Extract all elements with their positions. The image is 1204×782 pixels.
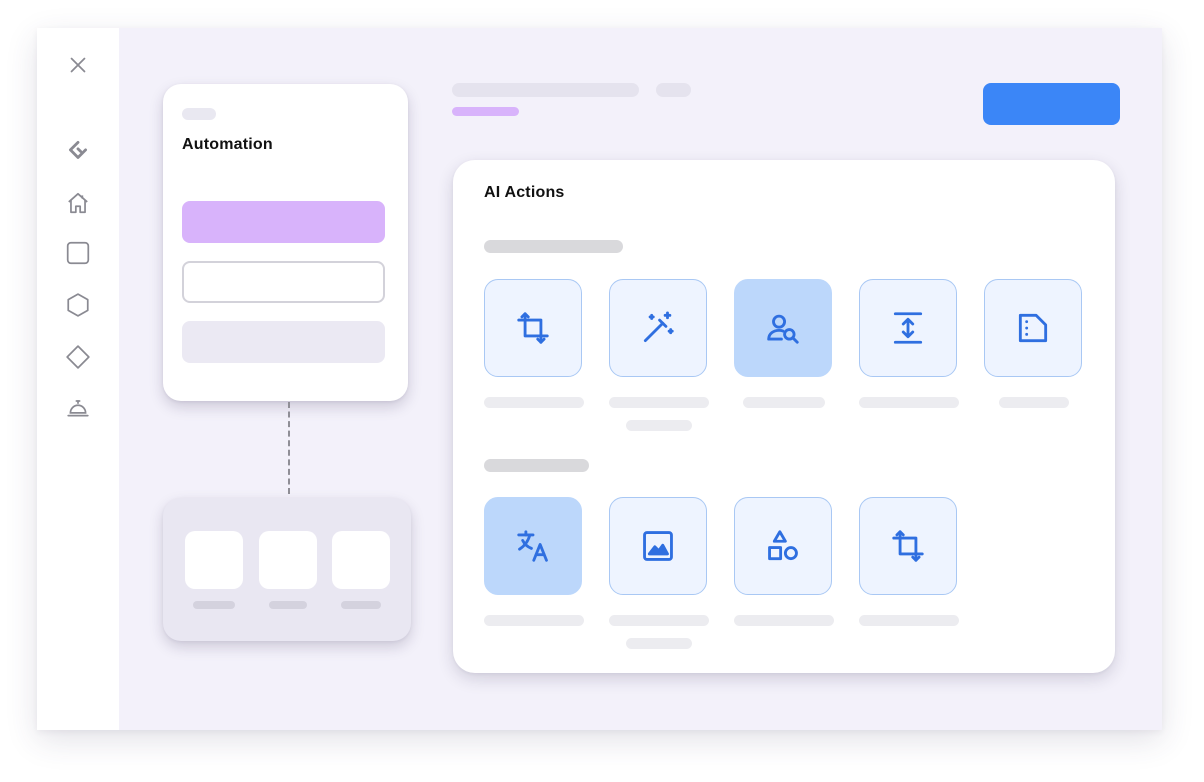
- crop-icon: [892, 530, 924, 562]
- vertical-resize-icon: [893, 312, 923, 344]
- action-label-placeholder: [484, 615, 584, 626]
- automation-card: Automation: [163, 84, 408, 401]
- service-bell-icon[interactable]: [64, 394, 92, 422]
- action-label-placeholder: [734, 615, 834, 626]
- automation-title: Automation: [182, 136, 273, 153]
- primary-button[interactable]: [983, 83, 1120, 125]
- translate-icon: [517, 530, 548, 562]
- primary-action-bar[interactable]: [182, 201, 385, 243]
- diamond-icon[interactable]: [64, 343, 92, 371]
- action-label-placeholder: [484, 397, 584, 408]
- action-label-placeholder: [859, 615, 959, 626]
- document-icon: [1018, 313, 1048, 343]
- action-label-placeholder: [743, 397, 825, 408]
- close-icon[interactable]: [64, 51, 92, 79]
- automation-input-field[interactable]: [182, 261, 385, 303]
- tray-slot[interactable]: [332, 531, 390, 589]
- action-label-placeholder: [999, 397, 1069, 408]
- square-icon[interactable]: [64, 239, 92, 267]
- magic-wand-action-tile[interactable]: [609, 279, 707, 377]
- crop-icon: [517, 312, 549, 344]
- shapes-icon: [768, 530, 798, 561]
- image-icon: [643, 531, 673, 561]
- ai-actions-card: AI Actions: [453, 160, 1115, 673]
- crop-action-tile[interactable]: [484, 279, 582, 377]
- person-search-action-tile[interactable]: [734, 279, 832, 377]
- action-label-placeholder: [859, 397, 959, 408]
- image-action-tile[interactable]: [609, 497, 707, 595]
- page-title-placeholder: [452, 83, 639, 97]
- magic-wand-icon: [643, 311, 674, 343]
- action-label-placeholder: [609, 397, 709, 408]
- action-label-placeholder: [626, 638, 692, 649]
- person-search-icon: [767, 314, 799, 344]
- page-subtitle-accent: [452, 107, 519, 116]
- action-label-placeholder: [626, 420, 692, 431]
- shapes-action-tile[interactable]: [734, 497, 832, 595]
- tray-slot-label-placeholder: [341, 601, 381, 609]
- secondary-action-bar[interactable]: [182, 321, 385, 363]
- tray-slot[interactable]: [185, 531, 243, 589]
- section-heading-placeholder: [484, 459, 589, 472]
- connector-line: [288, 402, 290, 494]
- action-label-placeholder: [609, 615, 709, 626]
- sidebar: [37, 28, 119, 730]
- vertical-resize-action-tile[interactable]: [859, 279, 957, 377]
- app-window: Automation AI Actions: [37, 28, 1162, 730]
- card-tag-placeholder: [182, 108, 216, 120]
- hexagon-icon[interactable]: [64, 291, 92, 319]
- section-heading-placeholder: [484, 240, 623, 253]
- document-action-tile[interactable]: [984, 279, 1082, 377]
- ai-actions-title: AI Actions: [484, 184, 565, 201]
- tray-slot-label-placeholder: [193, 601, 235, 609]
- crop-action-tile[interactable]: [859, 497, 957, 595]
- tray-slot[interactable]: [259, 531, 317, 589]
- tray-slot-label-placeholder: [269, 601, 307, 609]
- step-tray: [163, 498, 411, 641]
- logo-icon[interactable]: [64, 137, 92, 165]
- home-icon[interactable]: [64, 189, 92, 217]
- translate-action-tile[interactable]: [484, 497, 582, 595]
- page-title-badge-placeholder: [656, 83, 691, 97]
